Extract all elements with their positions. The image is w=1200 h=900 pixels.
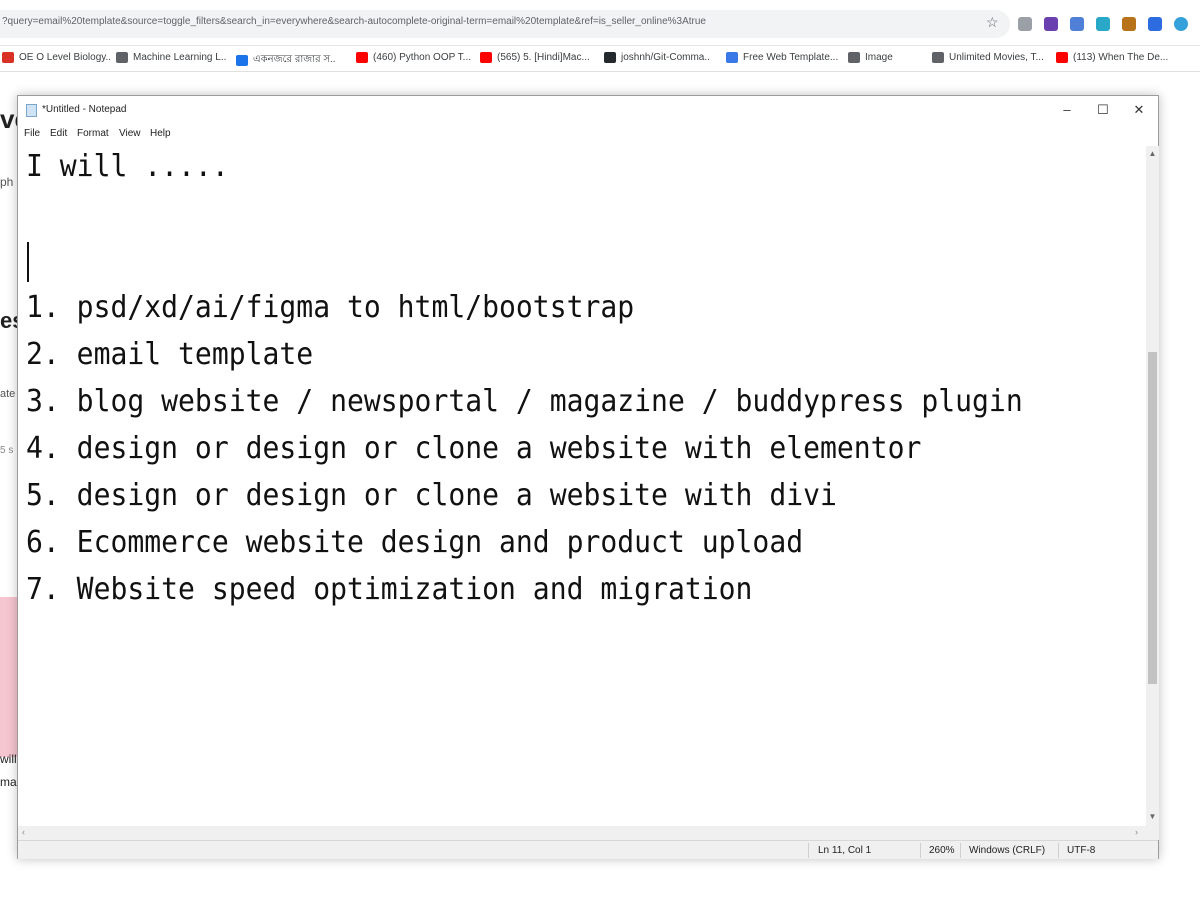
vertical-scrollbar[interactable]: ▲ ▼ (1146, 146, 1159, 826)
text-line: 6. Ecommerce website design and product … (26, 525, 804, 560)
horizontal-scrollbar[interactable]: ‹ › (18, 826, 1159, 840)
bookmark-favicon-icon (2, 52, 14, 63)
bookmarks-bar: OE O Level Biology.. Machine Learning L.… (0, 46, 1200, 72)
background-text-fragment: 5 s (0, 445, 14, 456)
text-line: 3. blog website / newsportal / magazine … (26, 384, 1023, 419)
bookmark-item[interactable]: Unlimited Movies, T... (932, 52, 1044, 63)
text-caret (27, 242, 29, 282)
line-ending: Windows (CRLF) (969, 845, 1046, 856)
background-gig-thumbnail (0, 597, 17, 757)
extension-icon[interactable] (1148, 17, 1162, 31)
bookmark-favicon-icon (480, 52, 492, 63)
text-line: 1. psd/xd/ai/figma to html/bootstrap (26, 290, 635, 325)
notepad-title-bar[interactable]: *Untitled - Notepad – ☐ ✕ (18, 96, 1158, 124)
bookmark-favicon-icon (236, 55, 248, 66)
bookmark-item[interactable]: একনজরে রাজার স.. (236, 52, 336, 69)
bookmark-item[interactable]: Image (848, 52, 893, 63)
bookmark-label: Free Web Template... (743, 52, 839, 63)
scroll-left-icon[interactable]: ‹ (22, 827, 25, 837)
bookmark-item[interactable]: OE O Level Biology.. (2, 52, 111, 63)
menu-help[interactable]: Help (150, 128, 171, 139)
purple-extension-icon[interactable] (1044, 17, 1058, 31)
scroll-up-icon[interactable]: ▲ (1148, 149, 1157, 158)
background-text-fragment: will (0, 752, 17, 766)
bookmark-favicon-icon (932, 52, 944, 63)
scroll-right-icon[interactable]: › (1135, 827, 1138, 837)
bookmark-item[interactable]: (460) Python OOP T... (356, 52, 471, 63)
profile-avatar-icon[interactable] (1174, 17, 1188, 31)
text-line: 7. Website speed optimization and migrat… (26, 572, 753, 607)
bookmark-item[interactable]: Free Web Template... (726, 52, 838, 63)
bookmark-label: OE O Level Biology.. (19, 52, 112, 63)
window-title: *Untitled - Notepad (42, 104, 127, 115)
bookmark-item[interactable]: (113) When The De... (1056, 52, 1168, 63)
extension-icon[interactable] (1096, 17, 1110, 31)
bookmark-item[interactable]: (565) 5. [Hindi]Mac... (480, 52, 590, 63)
bookmark-label: (565) 5. [Hindi]Mac... (497, 52, 590, 63)
bookmark-favicon-icon (726, 52, 738, 63)
notepad-window: *Untitled - Notepad – ☐ ✕ File Edit Form… (17, 95, 1159, 859)
bookmark-favicon-icon (848, 52, 860, 63)
bookmark-label: Image (865, 52, 893, 63)
browser-address-bar: ?query=email%20template&source=toggle_fi… (0, 0, 1200, 46)
status-divider (1058, 843, 1059, 858)
text-line: 5. design or design or clone a website w… (26, 478, 837, 513)
bookmark-label: (460) Python OOP T... (373, 52, 472, 63)
bookmark-item[interactable]: joshnh/Git-Comma.. (604, 52, 710, 63)
background-text-fragment: ate (0, 388, 16, 400)
text-line: 4. design or design or clone a website w… (26, 431, 922, 466)
menu-bar: File Edit Format View Help (18, 124, 1158, 146)
text-line: 2. email template (26, 337, 314, 372)
status-divider (920, 843, 921, 858)
cursor-position: Ln 11, Col 1 (818, 845, 872, 856)
minimize-button[interactable]: – (1050, 100, 1084, 120)
close-button[interactable]: ✕ (1122, 100, 1156, 120)
bookmark-favicon-icon (1056, 52, 1068, 63)
bookmark-label: (113) When The De... (1073, 52, 1169, 63)
bookmark-favicon-icon (604, 52, 616, 63)
status-divider (808, 843, 809, 858)
menu-file[interactable]: File (24, 128, 40, 139)
maximize-button[interactable]: ☐ (1086, 100, 1120, 120)
zoom-level: 260% (929, 845, 955, 856)
text-editor-area[interactable]: I will ..... 1. psd/xd/ai/figma to html/… (18, 146, 1146, 826)
background-text-fragment: ma (0, 775, 17, 789)
extension-icon[interactable] (1070, 17, 1084, 31)
bookmark-item[interactable]: Machine Learning L.. (116, 52, 226, 63)
camera-extension-icon[interactable] (1018, 17, 1032, 31)
notepad-app-icon (26, 104, 37, 117)
bookmark-favicon-icon (116, 52, 128, 63)
text-line: I will ..... (26, 149, 229, 184)
menu-view[interactable]: View (119, 128, 141, 139)
url-text: ?query=email%20template&source=toggle_fi… (2, 16, 706, 27)
background-text-fragment: ph (0, 175, 14, 189)
url-field[interactable]: ?query=email%20template&source=toggle_fi… (0, 10, 1010, 38)
bookmark-label: Machine Learning L.. (133, 52, 227, 63)
extension-icon[interactable] (1122, 17, 1136, 31)
status-divider (960, 843, 961, 858)
bookmark-label: joshnh/Git-Comma.. (621, 52, 710, 63)
scroll-down-icon[interactable]: ▼ (1148, 812, 1157, 821)
bookmark-label: Unlimited Movies, T... (949, 52, 1044, 63)
menu-edit[interactable]: Edit (50, 128, 67, 139)
menu-format[interactable]: Format (77, 128, 109, 139)
bookmark-label: একনজরে রাজার স.. (253, 54, 336, 65)
vertical-scroll-thumb[interactable] (1148, 352, 1157, 684)
encoding: UTF-8 (1067, 845, 1096, 856)
bookmark-favicon-icon (356, 52, 368, 63)
status-bar: Ln 11, Col 1 260% Windows (CRLF) UTF-8 (18, 840, 1158, 859)
bookmark-star-icon[interactable]: ☆ (986, 14, 999, 31)
